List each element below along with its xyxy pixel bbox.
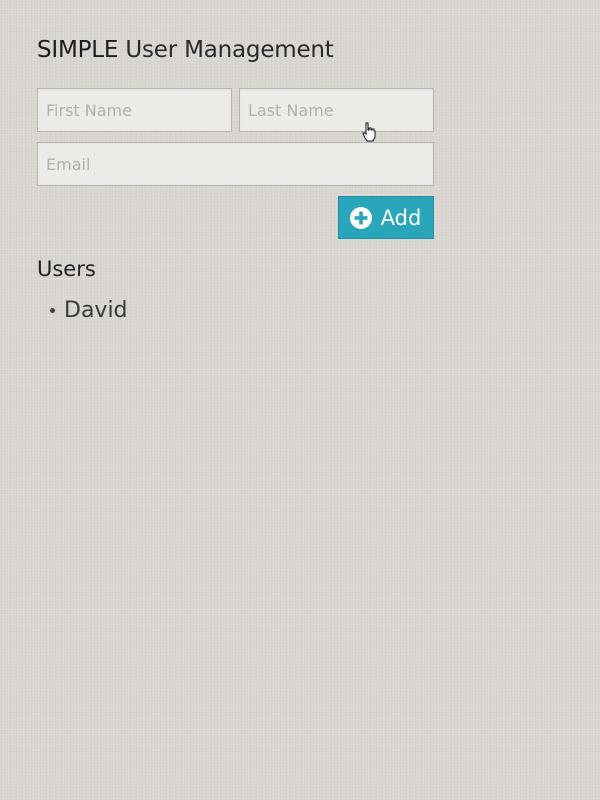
first-name-input[interactable] [37, 88, 232, 132]
email-input[interactable] [37, 142, 434, 186]
add-user-button[interactable]: Add [338, 196, 434, 239]
user-list: David [37, 295, 128, 325]
plus-circle-icon [349, 206, 373, 230]
brand-label: SIMPLE [37, 37, 119, 63]
add-button-label: Add [380, 205, 422, 230]
user-name: David [64, 297, 128, 323]
users-heading: Users [37, 257, 96, 281]
bullet-icon [50, 307, 55, 313]
last-name-input[interactable] [239, 88, 434, 132]
page-title: SIMPLE User Management [37, 37, 334, 63]
user-list-item: David [37, 295, 128, 325]
page-title-text: User Management [125, 37, 334, 63]
